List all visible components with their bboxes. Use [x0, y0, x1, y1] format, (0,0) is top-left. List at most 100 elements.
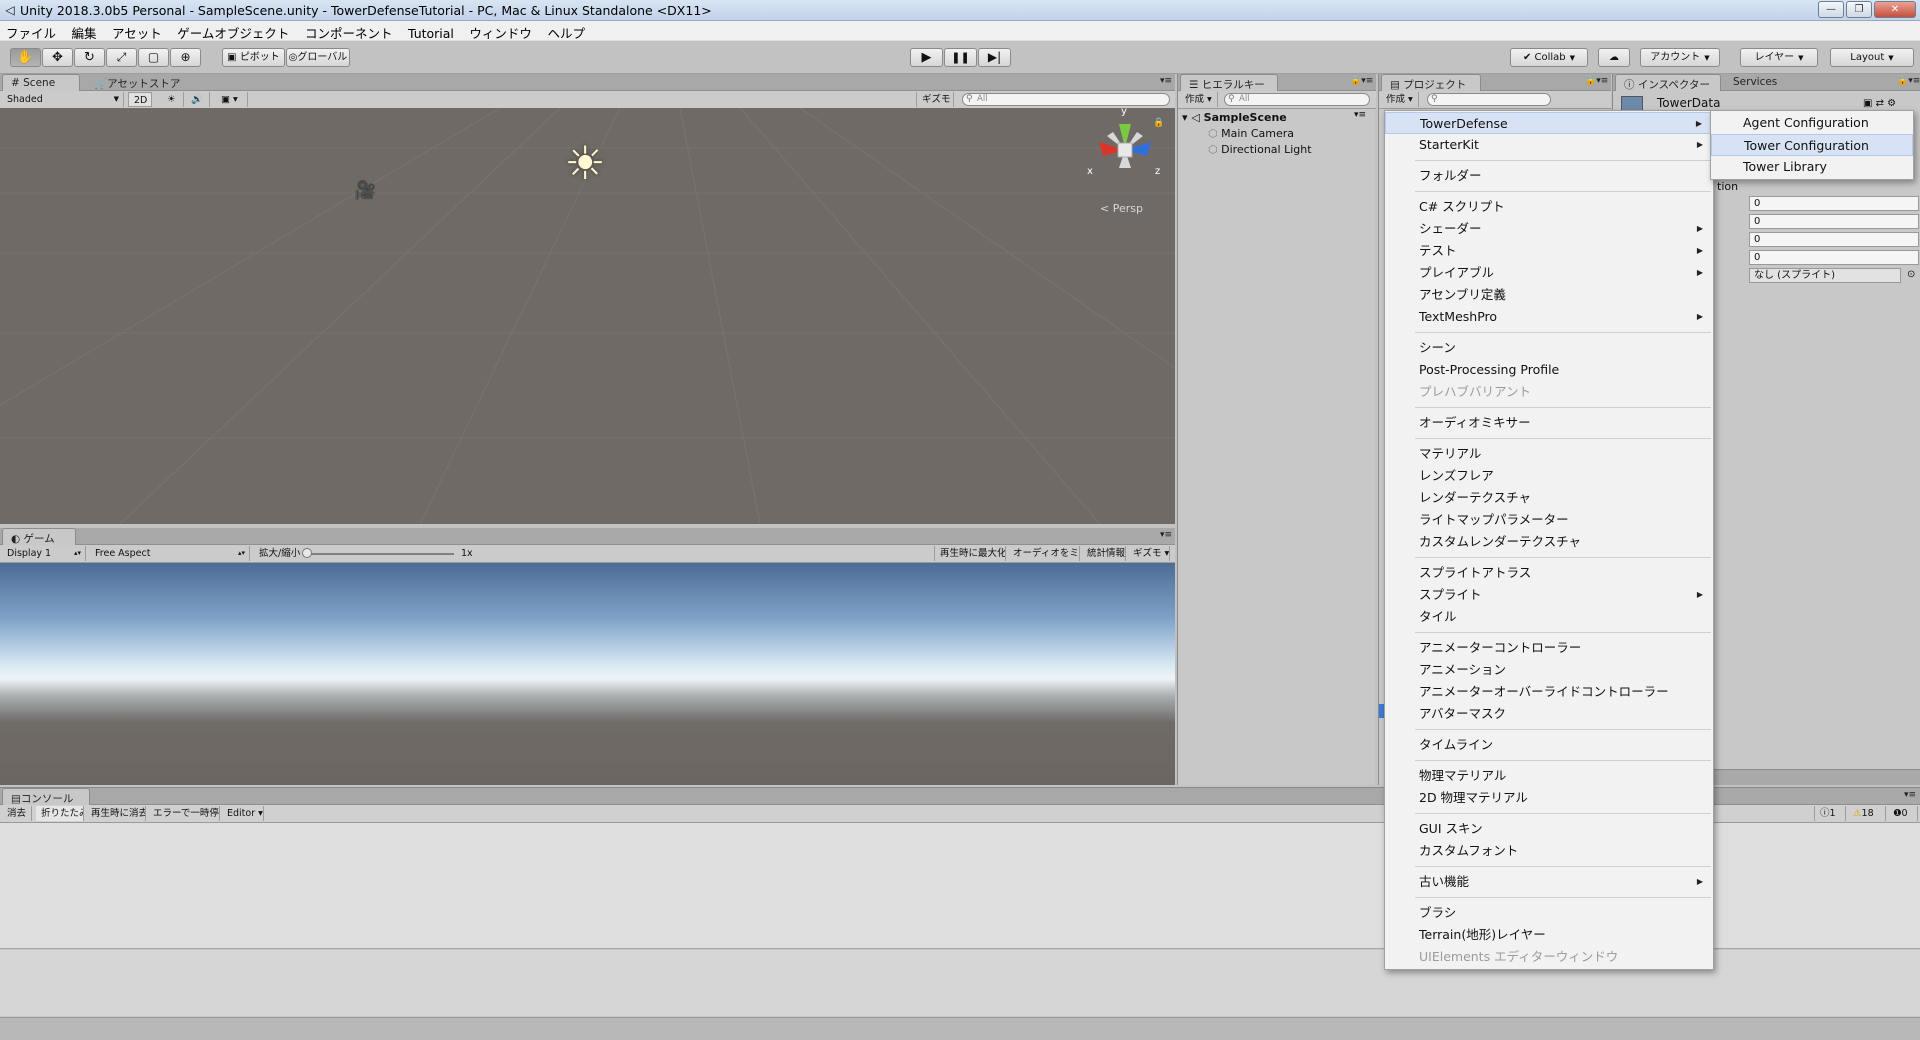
inspector-header-icons[interactable]: ▣ ⇄ ⚙: [1863, 98, 1896, 109]
move-tool-icon[interactable]: ✥: [42, 48, 73, 67]
menu-assets[interactable]: アセット: [106, 21, 168, 41]
context-menu-item-towerdefense[interactable]: TowerDefense ▶: [1385, 112, 1713, 134]
tab-game[interactable]: ◐ ゲーム: [2, 528, 76, 545]
context-menu-item-30[interactable]: アニメーターオーバーライドコントローラー: [1385, 681, 1713, 703]
context-menu-item-33[interactable]: タイムライン: [1385, 734, 1713, 756]
console-editor-dropdown[interactable]: Editor ▾: [222, 806, 264, 821]
scale-slider-track[interactable]: [304, 553, 454, 555]
console-info-filter[interactable]: ⓘ1: [1814, 806, 1846, 821]
mute-audio-toggle[interactable]: オーディオをミュート: [1008, 546, 1080, 561]
2d-toggle[interactable]: 2D: [128, 92, 152, 107]
sprite-object-field[interactable]: なし (スプライト): [1749, 268, 1901, 283]
tab-scene[interactable]: # Scene: [2, 74, 80, 91]
aspect-dropdown[interactable]: Free Aspect ▴▾: [90, 546, 250, 561]
lock-icon[interactable]: 🔒: [1153, 118, 1164, 128]
menu-tutorial[interactable]: Tutorial: [402, 24, 460, 44]
collab-dropdown[interactable]: ✔ Collab ▼: [1510, 48, 1588, 67]
layers-dropdown[interactable]: レイヤー ▼: [1740, 48, 1818, 67]
context-menu-item-2d[interactable]: 2D 物理マテリアル: [1385, 787, 1713, 809]
context-menu-item-35[interactable]: 物理マテリアル: [1385, 765, 1713, 787]
submenu-item-tower-library[interactable]: Tower Library: [1711, 156, 1913, 178]
effects-dropdown-icon[interactable]: ▣ ▾: [216, 92, 248, 107]
close-button[interactable]: ✕: [1874, 1, 1916, 18]
context-menu-item-8[interactable]: プレイアブル ▶: [1385, 262, 1713, 284]
tab-asset-store[interactable]: 🛒アセットストア: [86, 74, 188, 91]
inspector-menu-icon[interactable]: 🔒▾≡: [1889, 74, 1920, 91]
scale-tool-icon[interactable]: ⤢: [106, 48, 137, 67]
display-dropdown[interactable]: Display 1 ▴▾: [2, 546, 86, 561]
hierarchy-menu-icon[interactable]: 🔒▾≡: [1342, 74, 1381, 91]
inspector-field-0[interactable]: 0: [1749, 196, 1919, 211]
lighting-toggle-icon[interactable]: ☀: [162, 92, 184, 107]
menu-help[interactable]: ヘルプ: [541, 21, 591, 41]
maximize-on-play-toggle[interactable]: 再生時に最大化: [934, 546, 1006, 561]
scale-slider-handle[interactable]: [302, 548, 312, 558]
context-menu-item-c[interactable]: C# スクリプト: [1385, 196, 1713, 218]
scene-search-input[interactable]: All: [962, 93, 1170, 106]
menu-component[interactable]: コンポーネント: [299, 21, 399, 41]
game-panel-menu-icon[interactable]: ▾≡: [1152, 528, 1180, 545]
pivot-toggle[interactable]: ▣ ピボット: [222, 48, 285, 67]
tab-services[interactable]: Services: [1725, 74, 1785, 91]
context-menu-item-28[interactable]: アニメーターコントローラー: [1385, 637, 1713, 659]
menu-file[interactable]: ファイル: [0, 21, 62, 41]
console-warning-filter[interactable]: ⚠18: [1848, 806, 1886, 821]
console-error-pause-toggle[interactable]: エラーで一時停止: [148, 806, 220, 821]
context-menu-item-starterkit[interactable]: StarterKit ▶: [1385, 134, 1713, 156]
console-collapse-toggle[interactable]: 折りたたみ: [36, 806, 84, 821]
inspector-field-3[interactable]: 0: [1749, 250, 1919, 265]
console-error-filter[interactable]: ❶0: [1888, 806, 1918, 821]
scene-view[interactable]: ☀ 🎥 y x z 🔒 < Persp: [0, 108, 1175, 524]
context-menu-item-21[interactable]: ライトマップパラメーター: [1385, 509, 1713, 531]
rotate-tool-icon[interactable]: ↻: [74, 48, 105, 67]
orientation-gizmo[interactable]: y x z 🔒: [1085, 108, 1165, 190]
context-menu-item-18[interactable]: マテリアル: [1385, 443, 1713, 465]
cloud-icon[interactable]: ☁: [1598, 48, 1630, 67]
context-menu-item-textmeshpro[interactable]: TextMeshPro ▶: [1385, 306, 1713, 328]
context-menu-item-43[interactable]: ブラシ: [1385, 902, 1713, 924]
context-menu-item-39[interactable]: カスタムフォント: [1385, 840, 1713, 862]
tab-project[interactable]: ▤ プロジェクト: [1381, 74, 1481, 91]
maximize-button[interactable]: ❐: [1846, 1, 1872, 18]
hierarchy-search-input[interactable]: All: [1224, 93, 1370, 106]
context-menu-item-6[interactable]: シェーダー ▶: [1385, 218, 1713, 240]
context-menu-item-3[interactable]: フォルダー: [1385, 165, 1713, 187]
console-clear-button[interactable]: 消去: [2, 806, 32, 821]
object-picker-icon[interactable]: ⊙: [1907, 269, 1915, 280]
submenu-item-tower-configuration[interactable]: Tower Configuration: [1711, 134, 1913, 156]
menu-window[interactable]: ウィンドウ: [463, 21, 538, 41]
shading-dropdown[interactable]: Shaded ▼: [2, 92, 124, 107]
game-view[interactable]: [0, 563, 1175, 785]
console-menu-icon[interactable]: ▾≡: [1896, 788, 1920, 805]
context-menu-item-31[interactable]: アバターマスク: [1385, 703, 1713, 725]
context-menu-item-terrain[interactable]: Terrain(地形)レイヤー: [1385, 924, 1713, 946]
directional-light-icon[interactable]: ☀: [560, 138, 610, 188]
hierarchy-create-dropdown[interactable]: 作成 ▾: [1180, 92, 1218, 107]
tab-hierarchy[interactable]: ☰ ヒエラルキー: [1180, 74, 1278, 91]
project-search-input[interactable]: [1427, 93, 1551, 106]
context-menu-item-24[interactable]: スプライトアトラス: [1385, 562, 1713, 584]
hierarchy-scene-row[interactable]: ▾ ◁ SampleScene: [1182, 110, 1287, 126]
stats-toggle[interactable]: 統計情報: [1082, 546, 1126, 561]
context-menu-item-25[interactable]: スプライト ▶: [1385, 584, 1713, 606]
game-gizmos-dropdown[interactable]: ギズモ ▾: [1128, 546, 1170, 561]
camera-gizmo-icon[interactable]: 🎥: [354, 180, 376, 201]
hierarchy-item-directional-light[interactable]: ⬡ Directional Light: [1208, 142, 1312, 158]
pause-button[interactable]: ❚❚: [944, 48, 977, 67]
layout-dropdown[interactable]: Layout ▼: [1830, 48, 1914, 67]
play-button[interactable]: ▶: [910, 48, 943, 67]
gizmos-dropdown[interactable]: ギズモ ▾: [916, 92, 954, 107]
context-menu-item-7[interactable]: テスト ▶: [1385, 240, 1713, 262]
transform-tool-icon[interactable]: ⊕: [170, 48, 201, 67]
context-menu-item-20[interactable]: レンダーテクスチャ: [1385, 487, 1713, 509]
rect-tool-icon[interactable]: ▢: [138, 48, 169, 67]
minimize-button[interactable]: —: [1818, 1, 1844, 18]
context-menu-item-29[interactable]: アニメーション: [1385, 659, 1713, 681]
global-toggle[interactable]: ◎グローバル: [286, 48, 350, 67]
inspector-field-1[interactable]: 0: [1749, 214, 1919, 229]
context-menu-item-post-processing-profile[interactable]: Post-Processing Profile: [1385, 359, 1713, 381]
context-menu-item-12[interactable]: シーン: [1385, 337, 1713, 359]
context-menu-item-22[interactable]: カスタムレンダーテクスチャ: [1385, 531, 1713, 553]
context-menu-item-41[interactable]: 古い機能 ▶: [1385, 871, 1713, 893]
context-menu-item-26[interactable]: タイル: [1385, 606, 1713, 628]
